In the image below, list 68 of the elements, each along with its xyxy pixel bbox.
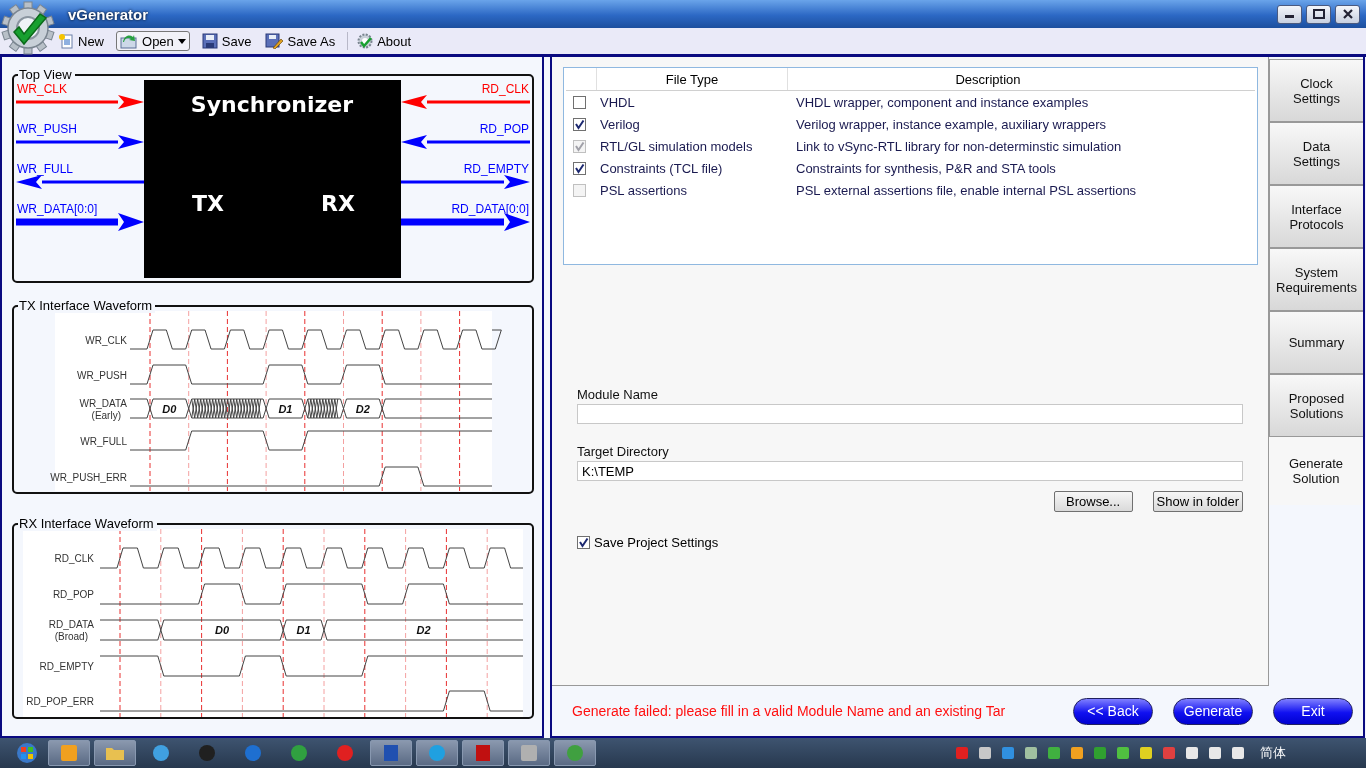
table-cell-text: Constraints (TCL file) [599, 160, 724, 176]
block-label: TX [192, 191, 224, 216]
signal-label: RD_EMPTY [39, 661, 94, 672]
signal-label: WR_FULL [80, 435, 127, 447]
error-message: Generate failed: please fill in a valid Module Name and an existing Tar [572, 703, 1006, 719]
action-button[interactable]: Generate [1173, 697, 1253, 725]
column-header: File Type [596, 68, 787, 90]
port-label: WR_FULL [17, 162, 73, 176]
signal-label: WR_PUSH_ERR [50, 471, 127, 483]
port-label: RD_POP [479, 122, 529, 136]
data-label: D2 [355, 402, 370, 415]
group-title: TX Interface Waveform [18, 298, 156, 313]
table-cell-text: PSL external assertions file, enable internal PSL assertions [795, 182, 1138, 198]
port-label: WR_CLK [17, 82, 67, 96]
field-label: Module Name [577, 387, 659, 404]
table-cell-text: VHDL wrapper, component and instance examples [795, 94, 1090, 110]
table-cell-text: PSL assertions [599, 182, 688, 198]
side-tab[interactable]: Clock Settings [1269, 59, 1363, 122]
language-indicator[interactable]: 简体 [1260, 744, 1286, 762]
block-label: RX [321, 191, 355, 216]
side-tab[interactable]: Data Settings [1269, 122, 1363, 185]
toolbar-button[interactable]: Save [199, 32, 254, 50]
port-label: WR_DATA[0:0] [17, 202, 98, 216]
port-label: RD_CLK [481, 82, 529, 96]
table-cell-text: RTL/GL simulation models [599, 138, 754, 154]
side-tab[interactable]: Interface Protocols [1269, 185, 1363, 248]
signal-note: (Broad) [54, 631, 88, 642]
table-cell-text: Verilog wrapper, instance example, auxiliary wrappers [795, 116, 1107, 132]
table-cell-text: Link to vSync-RTL library for non-determinstic simulation [795, 138, 1123, 154]
form-button[interactable]: Browse... [1053, 491, 1133, 512]
table-cell-text: VHDL [599, 94, 636, 110]
signal-label: RD_DATA [48, 619, 94, 630]
action-button[interactable]: << Back [1073, 697, 1153, 725]
data-label: D0 [162, 402, 177, 415]
field-label: Target Directory [577, 444, 670, 461]
signal-label: RD_POP [52, 589, 94, 600]
target-directory-field[interactable]: K:\TEMP [577, 461, 1243, 481]
window-title: vGenerator [68, 5, 149, 23]
form-button[interactable]: Show in folder [1152, 491, 1243, 512]
data-label: D1 [278, 402, 293, 415]
side-tab[interactable]: Summary [1269, 311, 1363, 374]
toolbar-button[interactable]: Save As [263, 32, 338, 50]
port-label: WR_PUSH [17, 122, 77, 136]
port-label: RD_EMPTY [463, 162, 529, 176]
signal-note: (Early) [91, 409, 121, 421]
data-label: D0 [214, 624, 230, 636]
port-label: RD_DATA[0:0] [451, 202, 529, 216]
action-button[interactable]: Exit [1273, 697, 1353, 725]
checkbox-label: Save Project Settings [594, 535, 719, 550]
data-label: D1 [296, 624, 311, 636]
group-title: RX Interface Waveform [18, 516, 157, 531]
toolbar-button[interactable]: About [347, 32, 414, 50]
data-label: D2 [416, 624, 431, 636]
block-title: Synchronizer [190, 92, 354, 117]
dropdown-button[interactable]: Open [116, 31, 190, 51]
table-cell-text: Constraints for synthesis, P&R and STA tools [795, 160, 1057, 176]
signal-label: WR_PUSH [77, 369, 127, 381]
column-header: Description [787, 68, 1188, 90]
signal-label: RD_CLK [54, 553, 94, 564]
group-title: Top View [18, 67, 75, 82]
table-cell-text: Verilog [599, 116, 641, 132]
side-tab[interactable]: System Requirements [1269, 248, 1363, 311]
signal-label: WR_DATA [79, 397, 127, 409]
signal-label: RD_POP_ERR [26, 696, 94, 707]
side-tab[interactable]: Generate Solution [1269, 437, 1363, 505]
signal-label: WR_CLK [85, 334, 127, 346]
side-tab[interactable]: Proposed Solutions [1269, 374, 1363, 437]
toolbar-button[interactable]: New [56, 32, 106, 50]
